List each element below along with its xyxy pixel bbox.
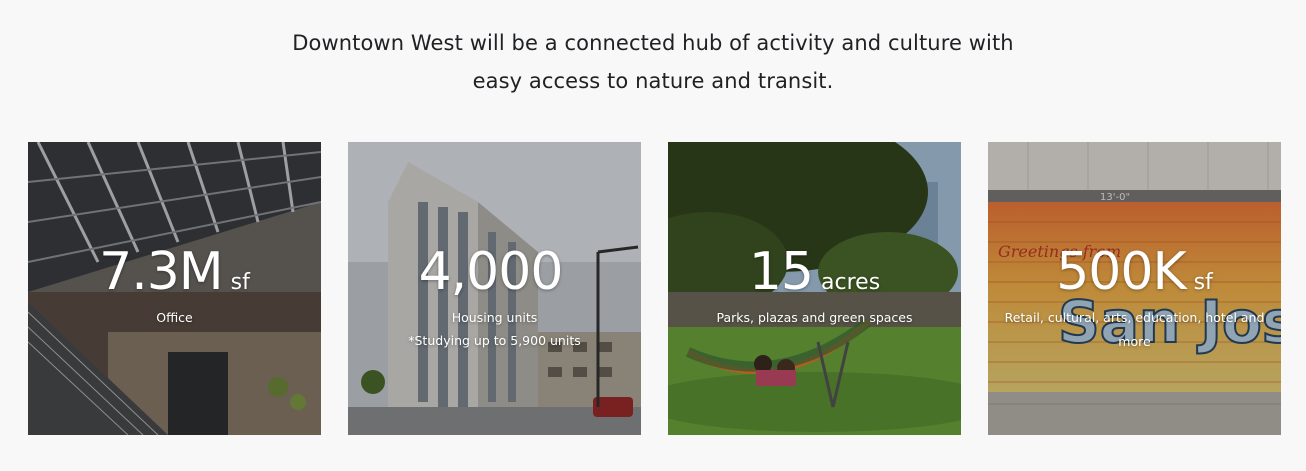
stat-label: Retail, cultural, arts, education, hotel… bbox=[1004, 310, 1265, 349]
stat-retail: 500K sf Retail, cultural, arts, education… bbox=[988, 242, 1281, 354]
stat-label: Housing units bbox=[451, 310, 538, 325]
stat-unit: acres bbox=[821, 270, 881, 295]
stat-unit: sf bbox=[1193, 270, 1213, 295]
stat-office: 7.3M sf Office bbox=[28, 242, 321, 330]
stats-cards: 7.3M sf Office 4,000 Housing units *Stud… bbox=[28, 142, 1281, 435]
stat-value: 7.3M bbox=[99, 242, 224, 302]
stat-note: *Studying up to 5,900 units bbox=[408, 333, 581, 348]
stat-value: 500K bbox=[1056, 242, 1186, 302]
stat-label: Parks, plazas and green spaces bbox=[716, 310, 913, 325]
intro-line-2: easy access to nature and transit. bbox=[472, 69, 834, 93]
intro-text: Downtown West will be a connected hub of… bbox=[0, 24, 1306, 100]
stat-housing: 4,000 Housing units *Studying up to 5,90… bbox=[348, 242, 641, 352]
stat-parks: 15 acres Parks, plazas and green spaces bbox=[668, 242, 961, 330]
stat-card-retail: 13'-0" Greetings from San Jos 500K sf Re… bbox=[988, 142, 1281, 435]
intro-line-1: Downtown West will be a connected hub of… bbox=[292, 31, 1014, 55]
stat-value: 4,000 bbox=[418, 242, 564, 302]
stat-card-parks: 15 acres Parks, plazas and green spaces bbox=[668, 142, 961, 435]
stat-value: 15 bbox=[748, 242, 814, 302]
stat-card-housing: 4,000 Housing units *Studying up to 5,90… bbox=[348, 142, 641, 435]
stat-label: Office bbox=[156, 310, 193, 325]
stat-unit: sf bbox=[230, 270, 250, 295]
stat-card-office: 7.3M sf Office bbox=[28, 142, 321, 435]
